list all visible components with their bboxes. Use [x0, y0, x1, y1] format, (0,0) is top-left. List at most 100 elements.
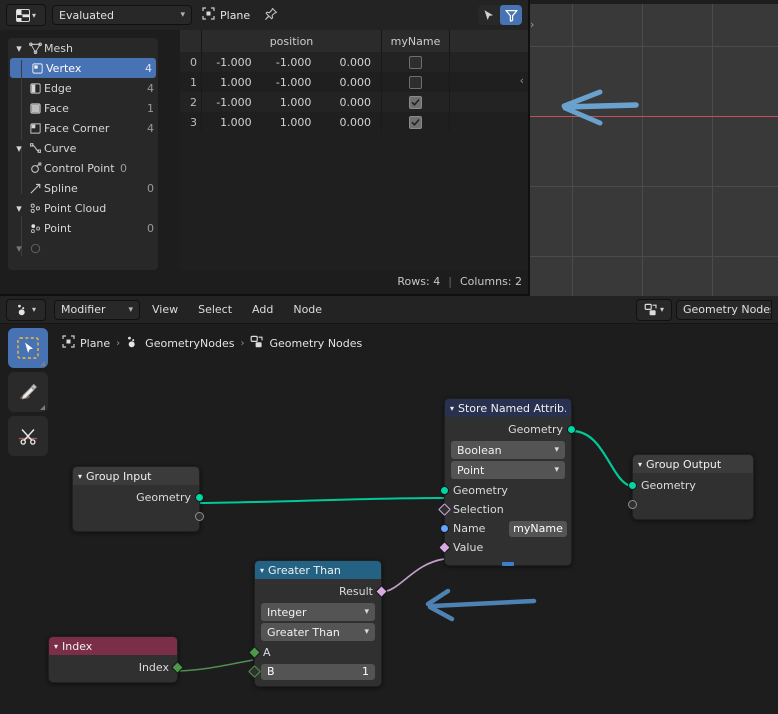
node-tree-name-field[interactable]: Geometry Nodes — [676, 299, 772, 320]
name-value-field[interactable]: myName — [509, 520, 567, 537]
menu-view[interactable]: View — [144, 300, 186, 320]
dataset-dropdown[interactable]: Evaluated ▾ — [52, 5, 192, 25]
filter-icon[interactable] — [500, 5, 522, 25]
node-header[interactable]: ▾ Group Input — [73, 467, 199, 485]
socket-row-name[interactable]: Name myName — [440, 519, 571, 538]
viewport-expand-arrow[interactable]: › — [530, 18, 534, 31]
tree-item-face[interactable]: Face 1 — [8, 98, 158, 118]
data-type-dropdown[interactable]: Boolean ▾ — [451, 441, 565, 459]
socket-result[interactable] — [375, 585, 388, 598]
tree-item-clipped[interactable]: ▾ — [8, 238, 158, 258]
data-type-dropdown[interactable]: Integer ▾ — [261, 603, 375, 621]
cursor-icon[interactable] — [478, 5, 500, 25]
chevron-down-icon[interactable]: ▾ — [260, 566, 264, 575]
socket-row-b[interactable]: B 1 — [248, 662, 381, 681]
breadcrumb-item-plane[interactable]: Plane — [62, 335, 110, 351]
menu-select[interactable]: Select — [190, 300, 240, 320]
socket-row-virtual-in[interactable] — [628, 495, 753, 514]
tree-item-face-corner[interactable]: Face Corner 4 — [8, 118, 158, 138]
socket-selection[interactable] — [438, 503, 451, 516]
breadcrumb-item-geometrynodes[interactable]: GeometryNodes — [126, 335, 234, 351]
node-resize-handle[interactable] — [502, 562, 514, 566]
pin-icon[interactable] — [264, 7, 278, 24]
node-header[interactable]: ▾ Index — [49, 637, 177, 655]
table-row[interactable]: 2 -1.000 1.000 0.000 — [180, 92, 528, 112]
node-canvas[interactable]: Plane › GeometryNodes › Geometry Nodes ▾… — [0, 324, 778, 714]
socket-a[interactable] — [248, 646, 261, 659]
chevron-down-icon[interactable]: ▾ — [450, 404, 454, 413]
tree-item-point-cloud[interactable]: ▾ Point Cloud — [8, 198, 158, 218]
spreadsheet-editor-type-icon[interactable]: ▾ — [6, 4, 46, 26]
domain-dropdown[interactable]: Point ▾ — [451, 461, 565, 479]
checkbox-unchecked-icon — [409, 55, 422, 69]
tree-item-control-point[interactable]: Control Point 0 — [8, 158, 158, 178]
column-header-myname[interactable]: myName — [382, 30, 450, 52]
b-value-field[interactable]: B 1 — [261, 663, 375, 680]
tree-item-curve[interactable]: ▾ Curve — [8, 138, 158, 158]
sidebar-collapse-arrow[interactable]: ‹ — [520, 74, 524, 87]
node-tree-type-button[interactable]: ▾ — [636, 298, 672, 321]
chevron-down-icon[interactable]: ▾ — [54, 642, 58, 651]
tweak-tool-button[interactable] — [8, 328, 48, 368]
menu-node[interactable]: Node — [285, 300, 330, 320]
socket-row-geometry-out[interactable]: Geometry — [445, 420, 576, 439]
socket-b[interactable] — [248, 665, 261, 678]
node-header[interactable]: ▾ Greater Than — [255, 561, 381, 579]
chevron-down-icon[interactable]: ▾ — [12, 142, 26, 155]
tree-item-count: 4 — [147, 121, 154, 135]
socket-row-virtual-out[interactable] — [73, 507, 204, 526]
tree-item-label: Spline — [44, 181, 78, 195]
socket-index[interactable] — [171, 661, 184, 674]
node-body: Geometry — [73, 485, 204, 531]
socket-geometry[interactable] — [628, 481, 637, 490]
table-row[interactable]: 3 1.000 1.000 0.000 — [180, 112, 528, 132]
node-group-input[interactable]: ▾ Group Input Geometry — [72, 466, 204, 532]
socket-row-result[interactable]: Result — [255, 582, 388, 601]
socket-virtual[interactable] — [195, 512, 204, 521]
node-index[interactable]: ▾ Index Index — [48, 636, 184, 683]
socket-row-value[interactable]: Value — [438, 538, 571, 557]
chevron-down-icon[interactable]: ▾ — [638, 460, 642, 469]
geometry-node-editor-type-icon[interactable]: ▾ — [6, 298, 46, 321]
chevron-down-icon[interactable]: ▾ — [78, 472, 82, 481]
tree-item-spline[interactable]: Spline 0 — [8, 178, 158, 198]
socket-row-a[interactable]: A — [248, 643, 381, 662]
cell-myname — [382, 72, 450, 92]
table-row[interactable]: 1 1.000 -1.000 0.000 — [180, 72, 528, 92]
node-tree-icon — [250, 335, 264, 352]
socket-name[interactable] — [440, 524, 449, 533]
chevron-down-icon[interactable]: ▾ — [12, 202, 26, 215]
chevron-down-icon[interactable]: ▾ — [12, 42, 26, 55]
socket-row-geometry-in[interactable]: Geometry — [628, 476, 753, 495]
cut-links-tool-button[interactable] — [8, 416, 48, 456]
socket-geometry[interactable] — [440, 486, 449, 495]
socket-geometry[interactable] — [195, 493, 204, 502]
socket-value[interactable] — [438, 541, 451, 554]
column-header-index[interactable] — [180, 30, 202, 52]
menu-add[interactable]: Add — [244, 300, 281, 320]
socket-row-index-out[interactable]: Index — [49, 658, 184, 677]
socket-virtual[interactable] — [628, 500, 637, 509]
tree-item-vertex[interactable]: Vertex 4 — [10, 58, 156, 78]
node-store-named-attribute[interactable]: ▾ Store Named Attrib... Geometry Boolean… — [438, 398, 576, 566]
node-greater-than[interactable]: ▾ Greater Than Result Integer ▾ Greater … — [248, 560, 388, 687]
3d-viewport[interactable]: › — [530, 0, 778, 296]
socket-geometry[interactable] — [567, 425, 576, 434]
mode-dropdown[interactable]: Modifier ▾ — [54, 299, 140, 320]
operation-dropdown[interactable]: Greater Than ▾ — [261, 623, 375, 641]
column-header-position[interactable]: position — [202, 30, 382, 52]
tree-item-edge[interactable]: Edge 4 — [8, 78, 158, 98]
socket-row-selection[interactable]: Selection — [438, 500, 571, 519]
tree-item-point[interactable]: Point 0 — [8, 218, 158, 238]
node-group-output[interactable]: ▾ Group Output Geometry — [628, 454, 754, 520]
object-chip[interactable]: Plane — [202, 7, 250, 23]
socket-row-geometry-out[interactable]: Geometry — [73, 488, 204, 507]
breadcrumb-item-geometry-nodes[interactable]: Geometry Nodes — [250, 335, 362, 352]
annotate-tool-button[interactable] — [8, 372, 48, 412]
table-row[interactable]: 0 -1.000 -1.000 0.000 — [180, 52, 528, 72]
node-header[interactable]: ▾ Group Output — [633, 455, 753, 473]
tree-item-mesh[interactable]: ▾ Mesh — [8, 38, 158, 58]
chevron-down-icon[interactable]: ▾ — [12, 242, 26, 255]
node-header[interactable]: ▾ Store Named Attrib... — [445, 399, 571, 417]
socket-row-geometry-in[interactable]: Geometry — [440, 481, 571, 500]
